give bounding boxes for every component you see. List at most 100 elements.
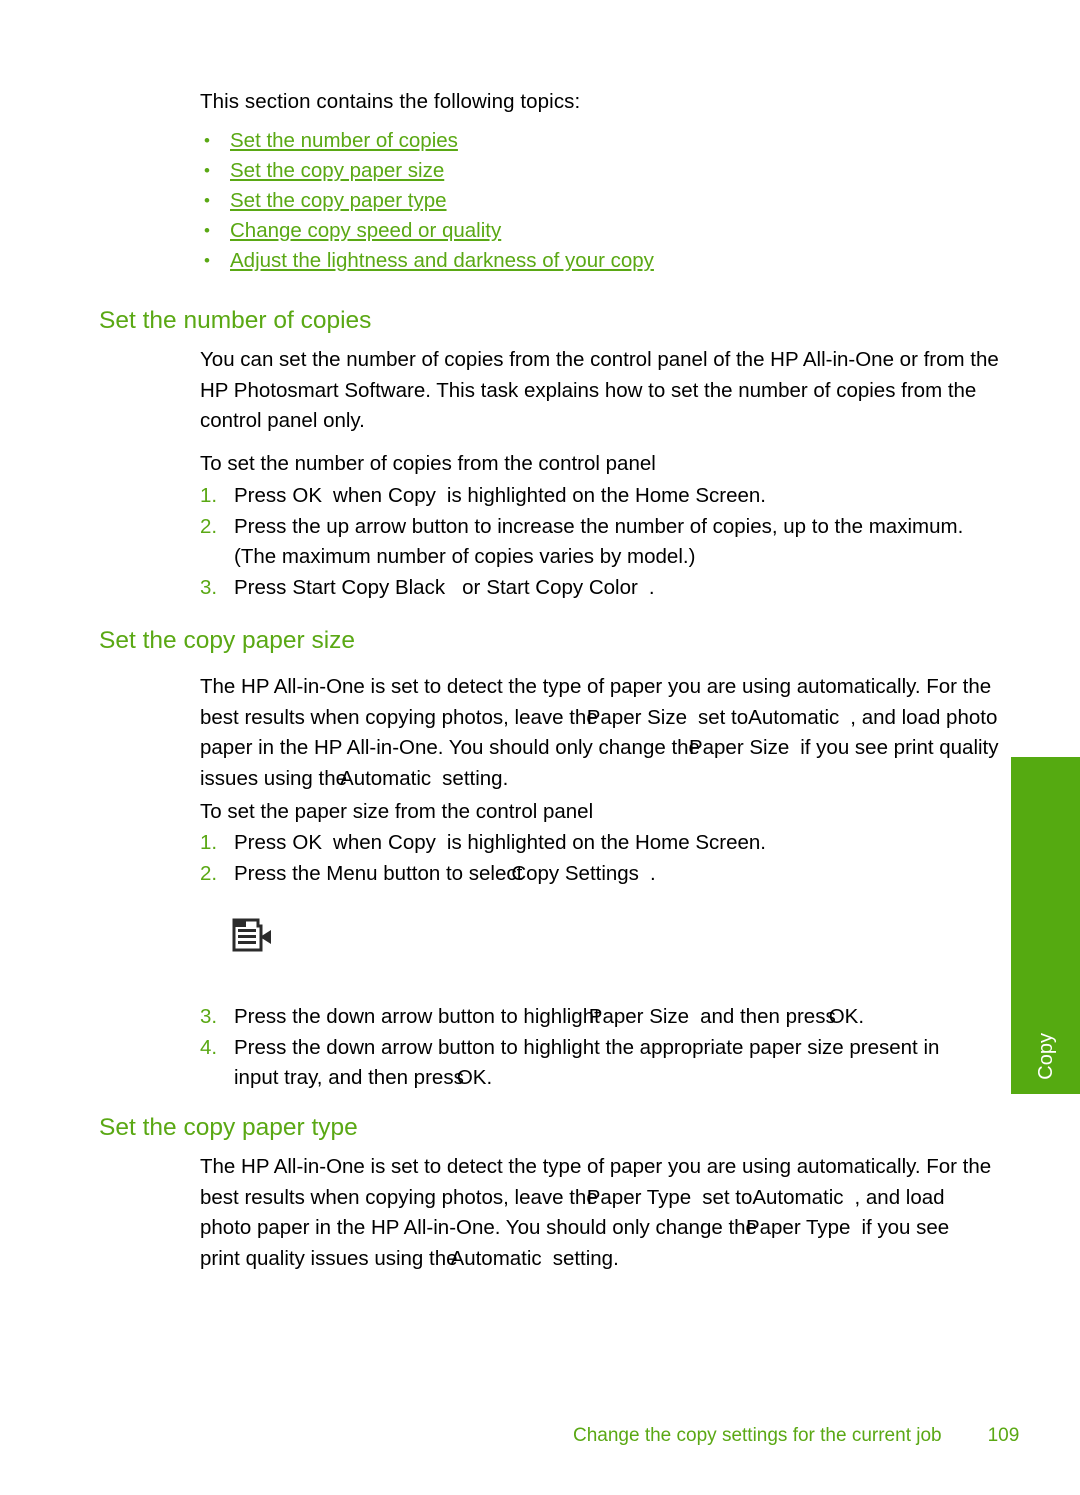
ui-term: Paper Type (586, 1185, 692, 1209)
topic-link[interactable]: Adjust the lightness and darkness of you… (230, 246, 654, 276)
step-number: 3. (200, 575, 218, 599)
step-text-line: input tray, and then pressOK. (234, 1063, 1030, 1094)
side-tab-label: Copy (1035, 1033, 1057, 1080)
section-paragraph-copies: You can set the number of copies from th… (200, 345, 1062, 437)
paragraph-line: You can set the number of copies from th… (200, 348, 999, 371)
step-text: Press the up arrow button to increase th… (234, 512, 1030, 573)
bullet-icon: • (204, 161, 210, 180)
step-text-segment: Press the Menu button to select (234, 861, 523, 885)
bullet-icon: • (204, 131, 210, 150)
step-text-segment: and then press (700, 1005, 836, 1028)
step-text-segment: . (858, 1005, 865, 1028)
ui-term: Copy (388, 831, 436, 854)
ui-term: OK (292, 484, 323, 507)
paragraph-line: photo paper in the HP All-in-One. You sh… (200, 1213, 1062, 1244)
ui-term: Paper Type (745, 1216, 851, 1239)
ui-term: OK (292, 831, 323, 854)
step-text-line: Press the down arrow button to highlight… (234, 1035, 940, 1059)
paragraph-segment: paper in the HP All-in-One. You should o… (200, 736, 700, 759)
step-text-segment: . (486, 1066, 493, 1089)
paragraph-line: The HP All-in-One is set to detect the t… (200, 1155, 992, 1178)
bullet-icon: • (204, 191, 210, 210)
procedure-title-paper-size: To set the paper size from the control p… (200, 800, 594, 823)
step-number: 4. (200, 1035, 218, 1059)
paragraph-segment: set to (702, 1185, 753, 1209)
paragraph-segment: best results when copying photos, leave … (200, 705, 598, 729)
paragraph-line: The HP All-in-One is set to detect the t… (200, 675, 992, 698)
ui-term: Copy Settings (511, 861, 639, 885)
paragraph-segment: setting. (552, 1246, 619, 1270)
topic-link-list: • Set the number of copies • Set the cop… (200, 126, 1000, 276)
ui-term: Paper Size (588, 1005, 690, 1028)
step-text: Press the down arrow button to highlight… (234, 1002, 1030, 1033)
step-number: 1. (200, 831, 218, 854)
topic-link[interactable]: Set the number of copies (230, 126, 458, 156)
step-text-segment: or (462, 575, 481, 599)
list-item[interactable]: • Adjust the lightness and darkness of y… (200, 246, 1000, 276)
ui-term: Start Copy Black (292, 575, 446, 599)
footer-section-title: Change the copy settings for the current… (573, 1425, 942, 1446)
paragraph-line: HP Photosmart Software. This task explai… (200, 378, 977, 402)
step-item: 1. Press OK when Copy is highlighted on the … (200, 481, 1030, 512)
paragraph-segment: print quality issues using the (200, 1246, 458, 1270)
section-paragraph-paper-type: The HP All-in-One is set to detect the t… (200, 1152, 1062, 1274)
paragraph-segment: if you see (861, 1216, 950, 1239)
step-text-segment: . (649, 861, 656, 885)
step-number: 1. (200, 484, 218, 507)
document-note-icon (231, 917, 273, 957)
step-item: 2. Press the up arrow button to increase… (200, 512, 1030, 573)
ui-term: Paper Size (586, 705, 687, 729)
bullet-icon: • (204, 221, 210, 240)
list-item[interactable]: • Set the copy paper type (200, 186, 1000, 216)
step-number: 2. (200, 514, 218, 538)
procedure-steps-paper-size-part2: 3. Press the down arrow button to highli… (200, 1002, 1030, 1094)
intro-text: This section contains the following topi… (200, 90, 581, 113)
step-text-segment: Press (234, 484, 287, 507)
footer-page-number: 109 (987, 1425, 1020, 1446)
ui-term: Start Copy Color (486, 575, 638, 599)
section-paragraph-paper-size: The HP All-in-One is set to detect the t… (200, 672, 1062, 794)
step-text-segment: is highlighted on the Home Screen. (446, 484, 766, 507)
list-item[interactable]: • Change copy speed or quality (200, 216, 1000, 246)
step-item: 2. Press the Menu button to selectCopy S… (200, 859, 1030, 890)
step-text-segment: when (333, 484, 383, 507)
paragraph-segment: , and load photo (850, 705, 998, 729)
step-item: 4. Press the down arrow button to highli… (200, 1033, 1030, 1094)
paragraph-segment: issues using the (200, 766, 348, 790)
paragraph-line: best results when copying photos, leave … (200, 1183, 1062, 1214)
step-text-segment: Press the down arrow button to highlight (234, 1005, 600, 1028)
paragraph-line: control panel only. (200, 409, 365, 432)
ui-term: Automatic (340, 766, 432, 790)
ui-term: Automatic (748, 705, 840, 729)
paragraph-segment: setting. (442, 766, 509, 790)
page-footer: Change the copy settings for the current… (573, 1424, 1019, 1448)
step-item: 3. Press the down arrow button to highli… (200, 1002, 1030, 1033)
paragraph-segment: , and load (854, 1185, 945, 1209)
paragraph-segment: best results when copying photos, leave … (200, 1185, 598, 1209)
list-item[interactable]: • Set the number of copies (200, 126, 1000, 156)
paragraph-segment: set to (698, 705, 749, 729)
paragraph-line: issues using theAutomatic setting. (200, 764, 1062, 795)
step-text-segment: input tray, and then press (234, 1066, 464, 1089)
step-text: Press the Menu button to selectCopy Sett… (234, 859, 1030, 890)
topic-link[interactable]: Change copy speed or quality (230, 216, 501, 246)
step-text-segment: Press (234, 575, 287, 599)
paragraph-line: paper in the HP All-in-One. You should o… (200, 733, 1062, 764)
ui-term: Automatic (450, 1246, 542, 1270)
paragraph-line: best results when copying photos, leave … (200, 703, 1062, 734)
topic-link[interactable]: Set the copy paper size (230, 156, 444, 186)
paragraph-segment: if you see print quality (800, 736, 999, 759)
side-tab-copy: Copy (1011, 757, 1080, 1094)
step-number: 3. (200, 1005, 218, 1028)
step-text-segment: is highlighted on the Home Screen. (446, 831, 766, 854)
section-heading-set-copy-paper-size: Set the copy paper size (99, 627, 356, 654)
topic-link[interactable]: Set the copy paper type (230, 186, 447, 216)
list-item[interactable]: • Set the copy paper size (200, 156, 1000, 186)
procedure-steps-paper-size-part1: 1. Press OK when Copy is highlighted on the … (200, 828, 1030, 889)
step-text: Press the down arrow button to highlight… (234, 1033, 1030, 1094)
procedure-steps-copies: 1. Press OK when Copy is highlighted on the … (200, 481, 1030, 603)
step-item: 3. Press Start Copy Black or Start Copy Col… (200, 573, 1030, 604)
step-text-line: Press the up arrow button to increase th… (234, 514, 964, 538)
procedure-title-copies: To set the number of copies from the con… (200, 452, 656, 475)
ui-term: Paper Size (688, 736, 790, 759)
